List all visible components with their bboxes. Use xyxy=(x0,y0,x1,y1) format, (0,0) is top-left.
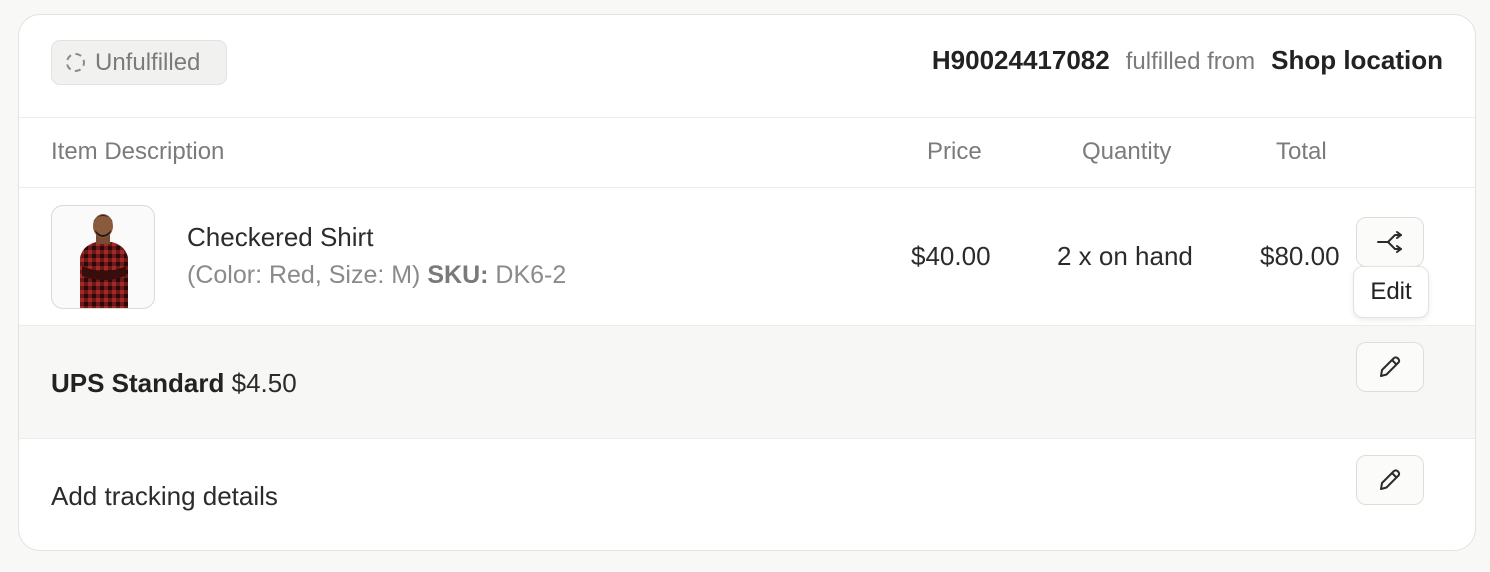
split-arrow-icon xyxy=(1377,231,1402,253)
column-header-description: Item Description xyxy=(51,138,225,165)
item-quantity: 2 x on hand xyxy=(1057,241,1193,271)
tracking-row: Add tracking details xyxy=(19,439,1475,550)
shipping-method: UPS Standard xyxy=(51,368,225,398)
table-header: Item Description Price Quantity Total xyxy=(19,118,1475,188)
dashed-circle-icon xyxy=(66,53,85,72)
split-item-button[interactable] xyxy=(1356,217,1424,267)
edit-tooltip: Edit xyxy=(1353,266,1429,318)
fulfilled-from-text: fulfilled from xyxy=(1125,48,1256,75)
card-header: Unfulfilled H90024417082 fulfilled from … xyxy=(19,15,1475,118)
item-details: (Color: Red, Size: M) SKU: DK6-2 xyxy=(187,261,566,290)
sku-label: SKU: xyxy=(427,261,489,289)
column-header-total: Total xyxy=(1276,138,1327,165)
line-item-row: Checkered Shirt (Color: Red, Size: M) SK… xyxy=(19,188,1475,325)
status-badge-label: Unfulfilled xyxy=(95,48,201,76)
item-name[interactable]: Checkered Shirt xyxy=(187,222,373,253)
order-info: H90024417082 fulfilled from Shop locatio… xyxy=(932,45,1443,76)
item-total: $80.00 xyxy=(1260,241,1340,271)
product-photo-icon xyxy=(80,214,128,308)
item-price: $40.00 xyxy=(911,241,991,271)
fulfillment-location: Shop location xyxy=(1271,45,1443,75)
status-badge: Unfulfilled xyxy=(51,40,227,85)
shipping-cost: $4.50 xyxy=(231,368,297,398)
item-sku: DK6-2 xyxy=(495,261,567,289)
column-header-quantity: Quantity xyxy=(1082,138,1172,165)
order-id: H90024417082 xyxy=(931,45,1110,75)
tooltip-label: Edit xyxy=(1370,278,1412,305)
pencil-icon xyxy=(1380,469,1401,490)
column-header-price: Price xyxy=(927,138,982,165)
edit-shipping-button[interactable] xyxy=(1356,342,1424,392)
edit-tracking-button[interactable] xyxy=(1356,455,1424,505)
product-thumbnail[interactable] xyxy=(51,205,155,309)
fulfillment-card: Unfulfilled H90024417082 fulfilled from … xyxy=(18,14,1476,551)
item-variant: (Color: Red, Size: M) xyxy=(187,261,421,289)
tracking-label: Add tracking details xyxy=(51,481,278,511)
pencil-icon xyxy=(1380,356,1401,377)
shipping-row: UPS Standard $4.50 xyxy=(19,325,1475,439)
shipping-info: UPS Standard $4.50 xyxy=(51,368,297,399)
